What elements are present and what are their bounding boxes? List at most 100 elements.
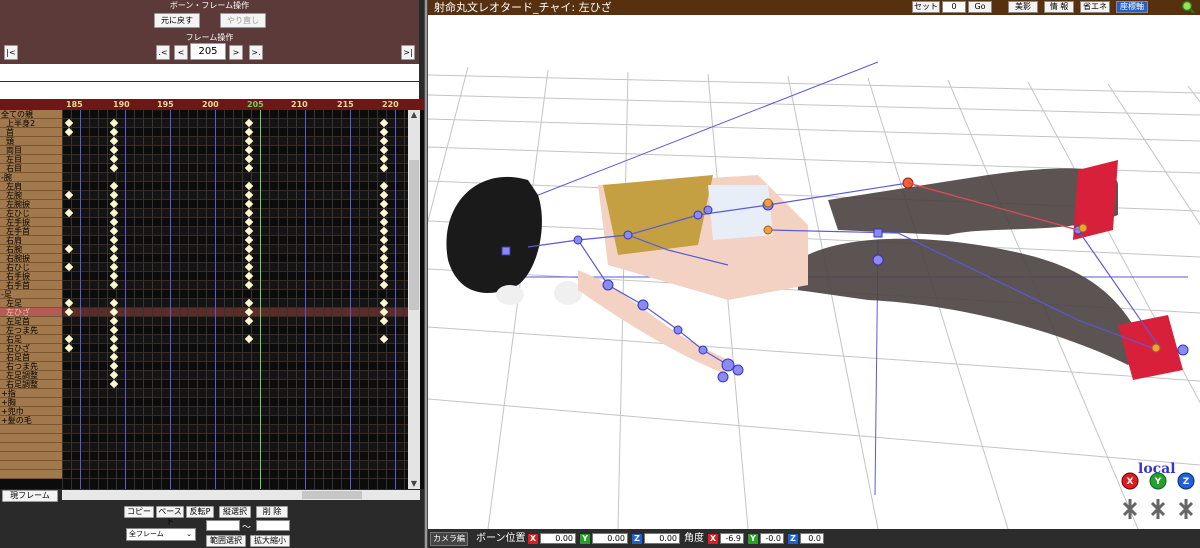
bone-row-label[interactable] bbox=[0, 470, 62, 479]
bone-row-label[interactable]: 両目 bbox=[0, 146, 62, 155]
hscroll-thumb[interactable] bbox=[302, 491, 362, 499]
bone-row-label[interactable]: 左足 bbox=[0, 299, 62, 308]
frame-set-input[interactable]: 0 bbox=[942, 1, 966, 13]
pos-y-input[interactable]: 0.00 bbox=[592, 533, 628, 544]
vertical-select-button[interactable]: 縦選択 bbox=[219, 506, 251, 518]
undo-button[interactable]: 元に戻す bbox=[154, 13, 200, 28]
axis-button[interactable]: 座標軸 bbox=[1116, 1, 1148, 13]
rot-z-input[interactable]: 0.0 bbox=[800, 533, 824, 544]
delete-button[interactable]: 削 除 bbox=[256, 506, 288, 518]
bone-row-label[interactable] bbox=[0, 425, 62, 434]
keyframe-row[interactable] bbox=[62, 416, 408, 425]
keyframe-row[interactable] bbox=[62, 425, 408, 434]
timeline-vertical-scrollbar[interactable]: ▲ ▼ bbox=[408, 110, 420, 489]
eco-button[interactable]: 省エネ bbox=[1080, 1, 1110, 13]
keyframe-row[interactable] bbox=[62, 110, 408, 119]
keyframe-row[interactable] bbox=[62, 470, 408, 479]
range-end-input[interactable] bbox=[256, 520, 290, 531]
next-key-button[interactable]: >. bbox=[249, 45, 263, 60]
keyframe-row[interactable] bbox=[62, 461, 408, 470]
copy-button[interactable]: コピー bbox=[124, 506, 154, 518]
keyframe-row[interactable] bbox=[62, 290, 408, 299]
scroll-up-icon[interactable]: ▲ bbox=[408, 110, 420, 120]
3d-viewport[interactable]: local X Y Z bbox=[347, 15, 1200, 530]
bone-row-label[interactable]: 左手捩 bbox=[0, 218, 62, 227]
pos-x-input[interactable]: 0.00 bbox=[540, 533, 576, 544]
keyframe-grid[interactable] bbox=[62, 110, 408, 489]
bone-row-label[interactable]: 左ひざ bbox=[0, 308, 62, 317]
next-frame-button[interactable]: > bbox=[229, 45, 243, 60]
bone-row-label[interactable]: 右腕捩 bbox=[0, 254, 62, 263]
axis-gizmo[interactable]: X Y Z bbox=[1118, 469, 1198, 529]
bone-row-label[interactable]: 左肩 bbox=[0, 182, 62, 191]
keyframe-row[interactable] bbox=[62, 398, 408, 407]
bone-row-label[interactable]: -足 bbox=[0, 290, 62, 299]
scroll-thumb[interactable] bbox=[409, 160, 419, 310]
keyframe-row[interactable] bbox=[62, 452, 408, 461]
morph-row-2[interactable] bbox=[0, 82, 419, 99]
current-frame-button[interactable]: 現フレーム bbox=[2, 490, 58, 502]
bone-row-label[interactable]: 右腕 bbox=[0, 245, 62, 254]
bone-row-label[interactable]: 頭 bbox=[0, 137, 62, 146]
bone-row-label[interactable] bbox=[0, 443, 62, 452]
bone-row-label[interactable]: 左腕捩 bbox=[0, 200, 62, 209]
bone-row-label[interactable]: -腕 bbox=[0, 173, 62, 182]
bone-row-label[interactable]: 左足調整 bbox=[0, 371, 62, 380]
prev-key-button[interactable]: .< bbox=[156, 45, 170, 60]
bone-row-label[interactable]: 右つま先 bbox=[0, 362, 62, 371]
timeline-horizontal-scrollbar[interactable] bbox=[62, 490, 420, 500]
keyframe-row[interactable] bbox=[62, 443, 408, 452]
first-frame-button[interactable]: |< bbox=[4, 45, 18, 60]
paste-button[interactable]: ペースト bbox=[156, 506, 184, 526]
keyframe-row[interactable] bbox=[62, 407, 408, 416]
range-select-button[interactable]: 範囲選択 bbox=[206, 535, 246, 547]
last-frame-button[interactable]: >| bbox=[401, 45, 415, 60]
bone-row-label[interactable]: +指 bbox=[0, 389, 62, 398]
bone-row-label[interactable]: +髪の毛 bbox=[0, 416, 62, 425]
pos-z-input[interactable]: 0.00 bbox=[644, 533, 680, 544]
bone-row-label[interactable]: +胸 bbox=[0, 398, 62, 407]
bone-row-label[interactable]: 右目 bbox=[0, 164, 62, 173]
scale-button[interactable]: 拡大縮小 bbox=[250, 535, 290, 547]
bone-row-label[interactable]: +兜巾 bbox=[0, 407, 62, 416]
keyframe-row[interactable] bbox=[62, 173, 408, 182]
bone-row-label[interactable]: 上半身2 bbox=[0, 119, 62, 128]
bone-row-label[interactable] bbox=[0, 452, 62, 461]
bone-row-label[interactable]: 右肩 bbox=[0, 236, 62, 245]
bone-row-label[interactable]: 右足調整 bbox=[0, 380, 62, 389]
bone-row-label[interactable]: 右足 bbox=[0, 335, 62, 344]
timeline[interactable]: 185 190 195 200 205 210 215 220 全ての親 上半身2 首頭両目 左目右… bbox=[0, 99, 424, 489]
bone-row-label[interactable]: 左手首 bbox=[0, 227, 62, 236]
bone-row-label[interactable]: 右手首 bbox=[0, 281, 62, 290]
bone-row-label[interactable] bbox=[0, 461, 62, 470]
info-button[interactable]: 情 報 bbox=[1044, 1, 1074, 13]
go-button[interactable]: Go bbox=[968, 1, 992, 13]
bone-row-label[interactable]: 左つま先 bbox=[0, 326, 62, 335]
bone-row-label[interactable]: 全ての親 bbox=[0, 110, 62, 119]
bone-row-label[interactable]: 左目 bbox=[0, 155, 62, 164]
bone-row-label[interactable]: 右手捩 bbox=[0, 272, 62, 281]
frame-range-select[interactable]: 全フレーム ⌄ bbox=[126, 528, 196, 541]
invert-paste-button[interactable]: 反転P bbox=[186, 506, 214, 518]
bone-row-label[interactable]: 右ひざ bbox=[0, 344, 62, 353]
camera-edit-button[interactable]: カメラ編 bbox=[430, 532, 468, 546]
search-icon[interactable] bbox=[1180, 0, 1198, 15]
range-start-input[interactable] bbox=[206, 520, 240, 531]
frame-number-input[interactable]: 205 bbox=[190, 43, 226, 60]
keyframe-row[interactable] bbox=[62, 389, 408, 398]
bone-row-label[interactable]: 左ひじ bbox=[0, 209, 62, 218]
bone-row-label[interactable]: 右ひじ bbox=[0, 263, 62, 272]
bone-row-label[interactable]: 左足首 bbox=[0, 317, 62, 326]
rot-x-input[interactable]: -6.9 bbox=[720, 533, 744, 544]
redo-button[interactable]: やり直し bbox=[220, 13, 266, 28]
bone-row-label[interactable] bbox=[0, 434, 62, 443]
bone-row-label[interactable]: 左腕 bbox=[0, 191, 62, 200]
bone-row-label[interactable]: 首 bbox=[0, 128, 62, 137]
rot-y-input[interactable]: -0.0 bbox=[760, 533, 784, 544]
splitter-handle[interactable] bbox=[425, 0, 427, 548]
bone-row-label[interactable]: 右足首 bbox=[0, 353, 62, 362]
scroll-down-icon[interactable]: ▼ bbox=[408, 479, 420, 489]
shadow-button[interactable]: 美影 bbox=[1008, 1, 1038, 13]
morph-row-1[interactable] bbox=[0, 64, 419, 81]
set-button[interactable]: セット bbox=[912, 1, 940, 13]
